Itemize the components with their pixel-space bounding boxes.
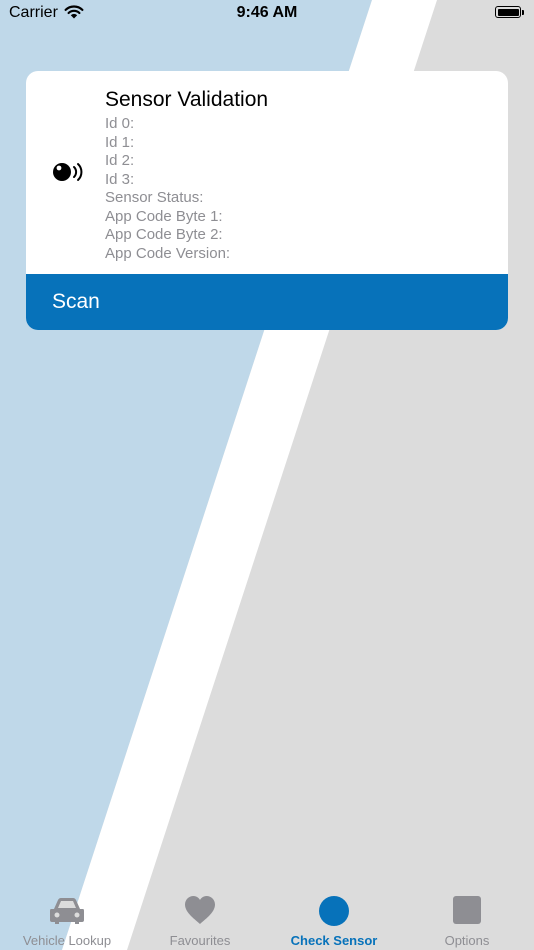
tab-label: Favourites bbox=[169, 933, 231, 948]
field-id-3: Id 3: bbox=[105, 170, 135, 188]
heart-icon bbox=[185, 896, 215, 924]
sensor-signal-icon bbox=[53, 163, 83, 181]
tab-vehicle-lookup[interactable]: Vehicle Lookup bbox=[0, 892, 134, 950]
car-icon bbox=[50, 898, 84, 924]
battery-icon bbox=[495, 6, 521, 18]
field-id-2: Id 2: bbox=[105, 152, 135, 169]
square-icon bbox=[453, 896, 481, 924]
clock: 9:46 AM bbox=[236, 4, 298, 21]
card-title: Sensor Validation bbox=[105, 88, 269, 111]
tab-bar: Vehicle Lookup Favourites Check Sensor O… bbox=[0, 892, 534, 950]
tab-label: Vehicle Lookup bbox=[22, 933, 112, 948]
status-bar: Carrier 9:46 AM bbox=[0, 0, 534, 28]
field-app-code-byte-1: App Code Byte 1: bbox=[105, 207, 223, 225]
battery-cap bbox=[522, 10, 524, 15]
field-app-code-byte-2: App Code Byte 2: bbox=[105, 226, 223, 243]
sensor-validation-card: Sensor Validation Id 0: Id 1: Id 2: Id 3… bbox=[26, 71, 508, 330]
tab-options[interactable]: Options bbox=[400, 892, 534, 950]
field-id-1: Id 1: bbox=[105, 133, 135, 151]
tab-favourites[interactable]: Favourites bbox=[133, 892, 267, 950]
tab-label: Options bbox=[444, 933, 490, 948]
tab-check-sensor[interactable]: Check Sensor bbox=[267, 892, 401, 950]
scan-button[interactable]: Scan bbox=[26, 274, 508, 330]
field-sensor-status: Sensor Status: bbox=[105, 189, 204, 206]
sensor-info: Sensor Validation Id 0: Id 1: Id 2: Id 3… bbox=[105, 86, 498, 263]
field-id-0: Id 0: bbox=[105, 115, 135, 132]
circle-icon bbox=[319, 896, 349, 926]
field-app-code-version: App Code Version: bbox=[105, 244, 231, 262]
tab-label: Check Sensor bbox=[290, 933, 378, 948]
